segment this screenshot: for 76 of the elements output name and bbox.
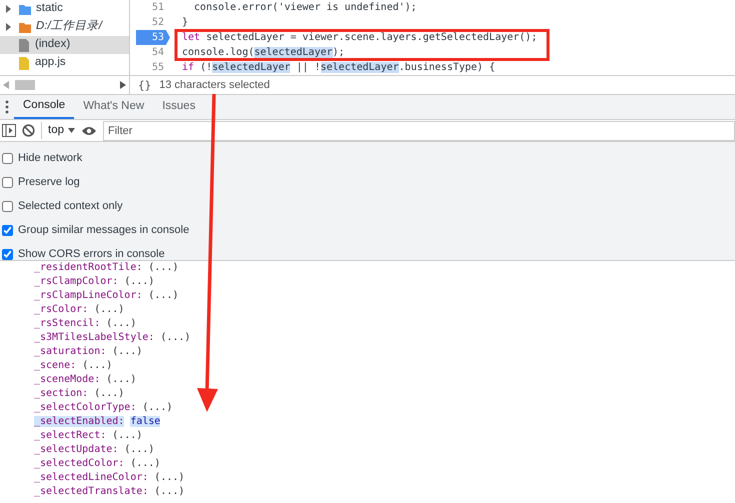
property-name: _section: bbox=[34, 388, 88, 399]
expand-arrow-icon[interactable] bbox=[6, 23, 11, 31]
selection-status: 13 characters selected bbox=[159, 78, 270, 93]
scroll-right-icon[interactable] bbox=[120, 81, 126, 89]
folder-icon bbox=[19, 2, 31, 16]
code-line: let selectedLayer = viewer.scene.layers.getSelectedLayer(); bbox=[181, 31, 538, 45]
tree-item[interactable]: (index) bbox=[0, 36, 129, 54]
drawer-tab[interactable]: Console bbox=[14, 95, 74, 119]
checkbox[interactable] bbox=[2, 152, 13, 164]
property-value[interactable]: (...) bbox=[148, 290, 179, 301]
property-value[interactable]: (...) bbox=[124, 444, 154, 455]
checkbox[interactable] bbox=[2, 248, 13, 260]
property-name: _residentRootTile: bbox=[34, 262, 142, 273]
property-value[interactable]: (...) bbox=[160, 332, 191, 343]
property-value[interactable]: (...) bbox=[94, 388, 124, 399]
line-number: 55 bbox=[150, 61, 165, 75]
property-value[interactable]: (...) bbox=[154, 486, 185, 497]
property-value[interactable]: (...) bbox=[154, 472, 185, 483]
property-name: _rsClampColor: bbox=[34, 276, 118, 287]
property-name: _sceneMode: bbox=[34, 374, 100, 385]
scrollbar-thumb[interactable] bbox=[15, 80, 35, 90]
property-value[interactable]: (...) bbox=[142, 402, 172, 413]
folder-icon bbox=[19, 20, 31, 34]
format-button[interactable]: {} bbox=[138, 80, 152, 90]
line-number: 51 bbox=[150, 1, 165, 15]
code-line: console.log(selectedLayer); bbox=[181, 46, 346, 60]
property-name: _rsStencil: bbox=[34, 318, 100, 329]
property-name: _rsClampLineColor: bbox=[34, 290, 142, 301]
checkbox[interactable] bbox=[2, 176, 13, 188]
file-icon bbox=[18, 38, 30, 52]
property-value: false bbox=[130, 416, 160, 427]
context-dropdown[interactable]: top bbox=[41, 122, 75, 140]
property-name: _scene: bbox=[34, 360, 76, 371]
property-name: _selectRect: bbox=[34, 430, 106, 441]
property-value[interactable]: (...) bbox=[112, 346, 142, 357]
clear-icon[interactable] bbox=[22, 124, 35, 137]
property-name: _selectedTranslate: bbox=[34, 486, 148, 497]
checkbox-label: Show CORS errors in console bbox=[18, 246, 165, 262]
caret-icon[interactable] bbox=[68, 128, 75, 133]
property-value[interactable]: (...) bbox=[106, 374, 136, 385]
code-line: console.error('viewer is undefined'); bbox=[193, 1, 418, 15]
property-name: _saturation: bbox=[34, 346, 106, 357]
code-line: if (!selectedLayer || !selectedLayer.businessType) { bbox=[181, 61, 496, 75]
property-value[interactable]: (...) bbox=[112, 430, 142, 441]
property-name: _selectColorType: bbox=[34, 402, 136, 413]
sidebar-toggle-icon[interactable] bbox=[2, 124, 16, 137]
property-value[interactable]: (...) bbox=[148, 262, 179, 273]
checkbox[interactable] bbox=[2, 224, 13, 236]
property-value[interactable]: (...) bbox=[124, 276, 154, 287]
checkbox-label: Preserve log bbox=[18, 174, 80, 190]
tree-item[interactable]: D:/工作目录/ bbox=[0, 18, 129, 36]
property-name: _selectUpdate: bbox=[34, 444, 118, 455]
tree-item[interactable]: static bbox=[0, 0, 129, 18]
drawer-tab[interactable]: What's New bbox=[74, 95, 154, 119]
file-icon bbox=[18, 56, 30, 70]
tree-item[interactable]: app.js bbox=[0, 54, 129, 72]
property-name: _selectedColor: bbox=[34, 458, 124, 469]
property-value[interactable]: (...) bbox=[94, 304, 124, 315]
line-number: 54 bbox=[150, 46, 165, 60]
line-number: 52 bbox=[150, 16, 165, 30]
property-name: _selectedLineColor: bbox=[34, 472, 148, 483]
checkbox[interactable] bbox=[2, 200, 13, 212]
expand-arrow-icon[interactable] bbox=[6, 5, 11, 13]
eye-icon[interactable] bbox=[81, 126, 97, 136]
checkbox-label: Hide network bbox=[18, 150, 82, 166]
drawer-tab[interactable]: Issues bbox=[153, 95, 204, 119]
code-line: } bbox=[181, 16, 190, 30]
property-name: _rsColor: bbox=[34, 304, 88, 315]
property-name: _selectEnabled: bbox=[34, 416, 124, 427]
filter-field[interactable]: Filter bbox=[103, 120, 735, 140]
checkbox-label: Selected context only bbox=[18, 198, 123, 214]
property-value[interactable]: (...) bbox=[82, 360, 112, 371]
property-value[interactable]: (...) bbox=[106, 318, 136, 329]
property-name: _s3MTilesLabelStyle: bbox=[34, 332, 154, 343]
property-value[interactable]: (...) bbox=[130, 458, 160, 469]
checkbox-label: Group similar messages in console bbox=[18, 222, 190, 238]
